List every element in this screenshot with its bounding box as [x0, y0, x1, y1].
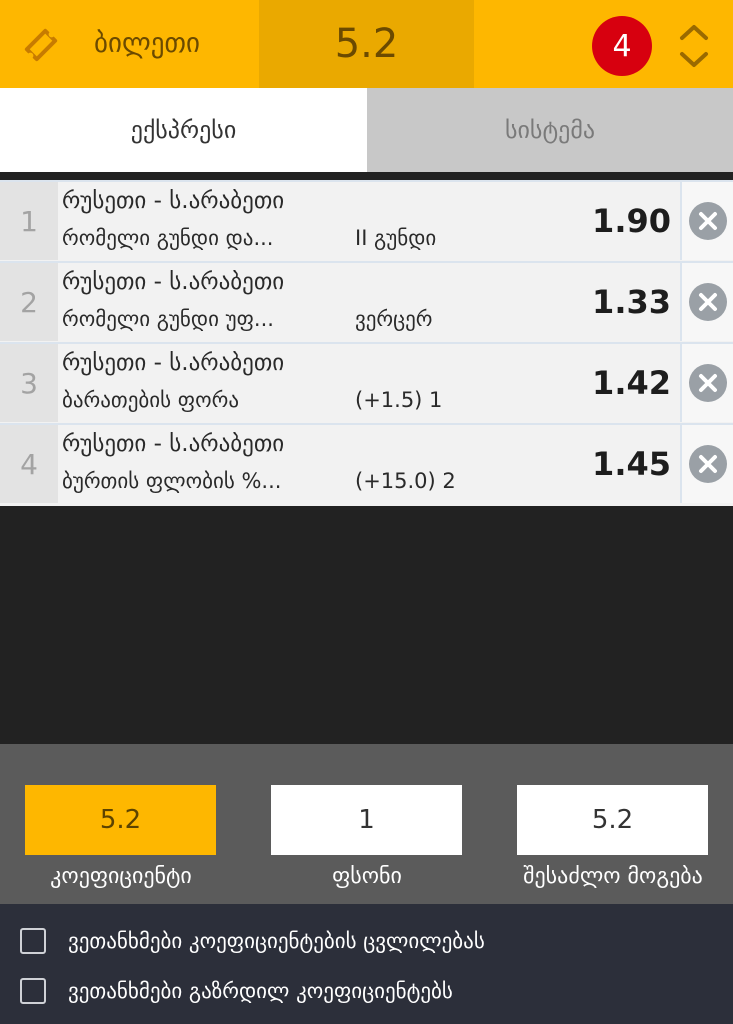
bet-row: 1 რუსეთი - ს.არაბეთი რომელი გუნდი და... …	[0, 180, 733, 260]
bet-count-badge: 4	[592, 16, 652, 76]
chevron-up-down-icon[interactable]	[674, 20, 714, 72]
close-circle-icon	[688, 283, 727, 321]
bet-odds: 1.45	[592, 445, 671, 483]
bet-outcome: II გუნდი	[355, 226, 437, 250]
bet-outcome: ვერცერ	[355, 307, 433, 331]
bet-outcome: (+1.5) 1	[355, 388, 443, 412]
bet-match: რუსეთი - ს.არაბეთი	[62, 431, 285, 457]
possible-win-label: შესაძლო მოგება	[523, 864, 703, 889]
bet-market: ბარათების ფორა	[62, 388, 239, 412]
bet-list: 1 რუსეთი - ს.არაბეთი რომელი გუნდი და... …	[0, 180, 733, 506]
bet-slip-header: ბილეთი 5.2 4	[0, 0, 733, 88]
bet-match: რუსეთი - ს.არაბეთი	[62, 350, 285, 376]
total-odds: 5.2	[259, 0, 474, 88]
bet-market: რომელი გუნდი უფ...	[62, 307, 274, 331]
remove-bet-button[interactable]	[680, 344, 733, 422]
bet-odds: 1.42	[592, 364, 671, 402]
remove-bet-button[interactable]	[680, 425, 733, 503]
bet-match: რუსეთი - ს.არაბეთი	[62, 188, 285, 214]
agree-odds-change-checkbox[interactable]	[20, 928, 46, 954]
bet-type-tabs: ექსპრესი სისტემა	[0, 88, 733, 172]
bet-row: 2 რუსეთი - ს.არაბეთი რომელი გუნდი უფ... …	[0, 261, 733, 341]
remove-bet-button[interactable]	[680, 182, 733, 260]
bet-number: 1	[0, 182, 58, 260]
close-circle-icon	[688, 364, 727, 402]
bet-odds: 1.33	[592, 283, 671, 321]
bet-market: რომელი გუნდი და...	[62, 226, 274, 250]
close-circle-icon	[688, 202, 727, 240]
total-odds-value: 5.2	[25, 785, 216, 855]
odds-label: კოეფიციენტი	[50, 864, 192, 889]
agree-boosted-odds-checkbox[interactable]	[20, 978, 46, 1004]
bet-number: 3	[0, 344, 58, 422]
stake-label: ფსონი	[332, 864, 402, 889]
stake-input[interactable]: 1	[271, 785, 462, 855]
agree-boosted-odds-row[interactable]: ვეთანხმები გაზრდილ კოეფიციენტებს	[20, 975, 453, 1007]
bet-row: 4 რუსეთი - ს.არაბეთი ბურთის ფლობის %... …	[0, 423, 733, 503]
remove-bet-button[interactable]	[680, 263, 733, 341]
bet-number: 2	[0, 263, 58, 341]
bet-odds: 1.90	[592, 202, 671, 240]
agree-odds-change-row[interactable]: ვეთანხმები კოეფიციენტების ცვლილებას	[20, 925, 485, 957]
bet-summary: 5.2 1 5.2 კოეფიციენტი ფსონი შესაძლო მოგე…	[0, 744, 733, 904]
agree-boosted-odds-label: ვეთანხმები გაზრდილ კოეფიციენტებს	[68, 979, 453, 1003]
possible-win-value: 5.2	[517, 785, 708, 855]
bet-row: 3 რუსეთი - ს.არაბეთი ბარათების ფორა (+1.…	[0, 342, 733, 422]
tab-system[interactable]: სისტემა	[367, 88, 733, 172]
close-circle-icon	[688, 445, 727, 483]
agree-odds-change-label: ვეთანხმები კოეფიციენტების ცვლილებას	[68, 929, 485, 953]
bet-market: ბურთის ფლობის %...	[62, 469, 282, 493]
ticket-label[interactable]: ბილეთი	[94, 26, 200, 62]
tab-express[interactable]: ექსპრესი	[0, 88, 367, 172]
bet-number: 4	[0, 425, 58, 503]
agreements-panel: ვეთანხმები კოეფიციენტების ცვლილებას ვეთა…	[0, 904, 733, 1024]
bet-match: რუსეთი - ს.არაბეთი	[62, 269, 285, 295]
bet-outcome: (+15.0) 2	[355, 469, 456, 493]
ticket-icon[interactable]	[20, 24, 62, 66]
